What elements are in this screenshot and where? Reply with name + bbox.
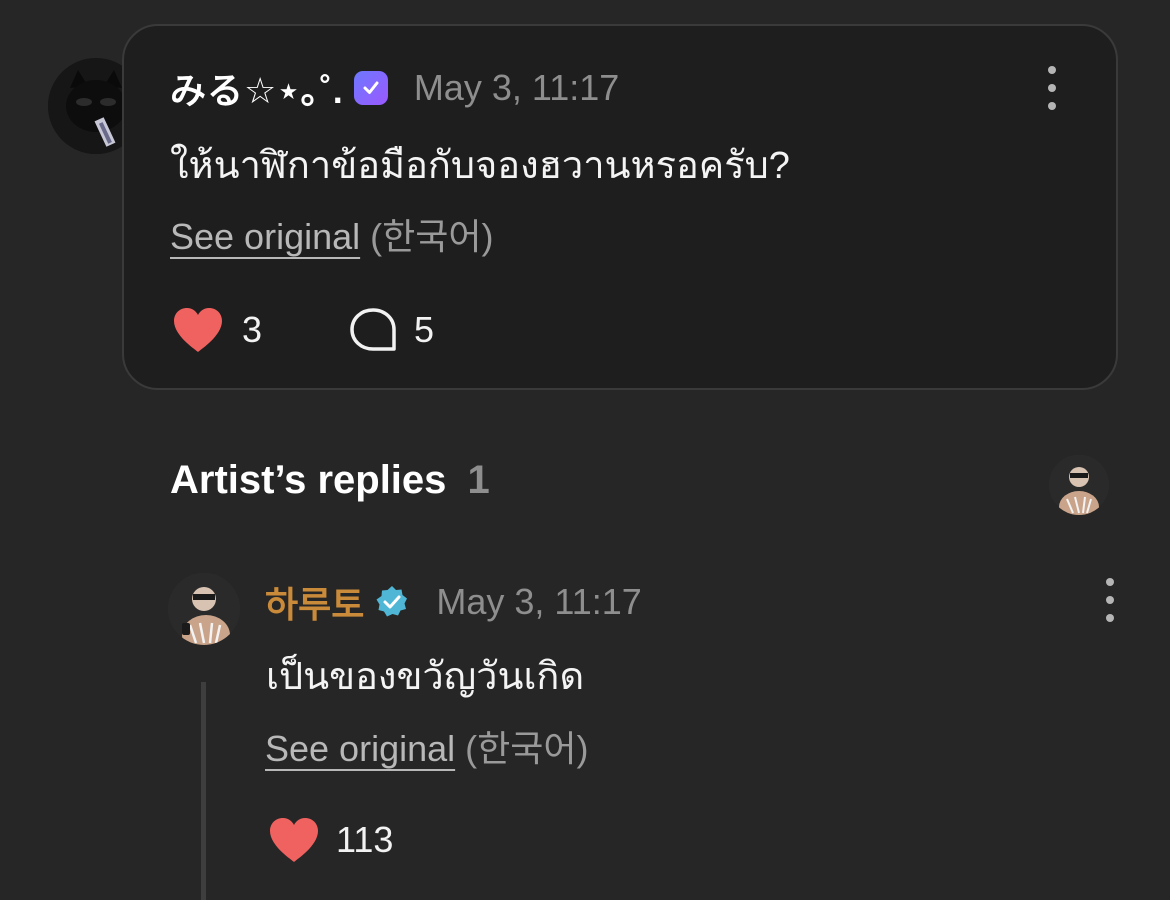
reply-thread-line (201, 682, 206, 900)
heart-icon (174, 308, 222, 352)
blue-verified-badge-icon (374, 584, 410, 620)
comment-see-original-link[interactable]: See original (170, 216, 360, 257)
comment-text: ให้นาฬิกาข้อมือกับจองฮวานหรอครับ? (170, 145, 790, 187)
artist-reply-avatar[interactable] (168, 573, 240, 645)
comment-original-language: (한국어) (370, 216, 494, 257)
reply-timestamp: May 3, 11:17 (436, 581, 642, 622)
reply-like-count: 113 (336, 819, 394, 860)
comment-stats-row: 3 5 (170, 306, 434, 354)
reply-text: เป็นของขวัญวันเกิด (266, 656, 585, 698)
comment-more-options-icon[interactable] (1042, 66, 1062, 110)
comment-card: みる☆⋆｡˚. May 3, 11:17 ให้นาฬิกาข้อมือกับจ… (122, 24, 1118, 390)
artist-avatar-small[interactable] (1049, 455, 1109, 515)
comment-like-count: 3 (242, 309, 263, 350)
reply-header: 하루토 May 3, 11:17 (265, 576, 642, 628)
purple-verified-badge-icon (353, 71, 388, 105)
reply-see-original-link[interactable]: See original (265, 728, 455, 769)
speech-bubble-icon (350, 308, 396, 351)
comment-translation-row: See original (한국어) (170, 208, 493, 260)
heart-icon (270, 818, 318, 862)
reply-translation-row: See original (한국어) (265, 720, 588, 772)
reply-stats-row: 113 (266, 816, 393, 864)
comment-reply-button[interactable]: 5 (348, 306, 434, 354)
comment-reply-count: 5 (414, 309, 435, 350)
artist-username[interactable]: 하루토 (265, 576, 364, 628)
reply-more-options-icon[interactable] (1100, 578, 1120, 622)
artist-replies-heading: Artist’s replies 1 (170, 458, 490, 503)
artist-avatar-image (1049, 455, 1109, 515)
reply-like-button[interactable]: 113 (266, 816, 393, 864)
commenter-username[interactable]: みる☆⋆｡˚. (170, 62, 344, 114)
comment-header: みる☆⋆｡˚. May 3, 11:17 (170, 62, 619, 114)
artist-avatar-image (168, 573, 240, 645)
artist-replies-count: 1 (467, 458, 490, 502)
artist-replies-title: Artist’s replies (170, 458, 447, 502)
comment-like-button[interactable]: 3 (170, 306, 262, 354)
comment-timestamp: May 3, 11:17 (413, 67, 620, 108)
reply-original-language: (한국어) (465, 728, 589, 769)
